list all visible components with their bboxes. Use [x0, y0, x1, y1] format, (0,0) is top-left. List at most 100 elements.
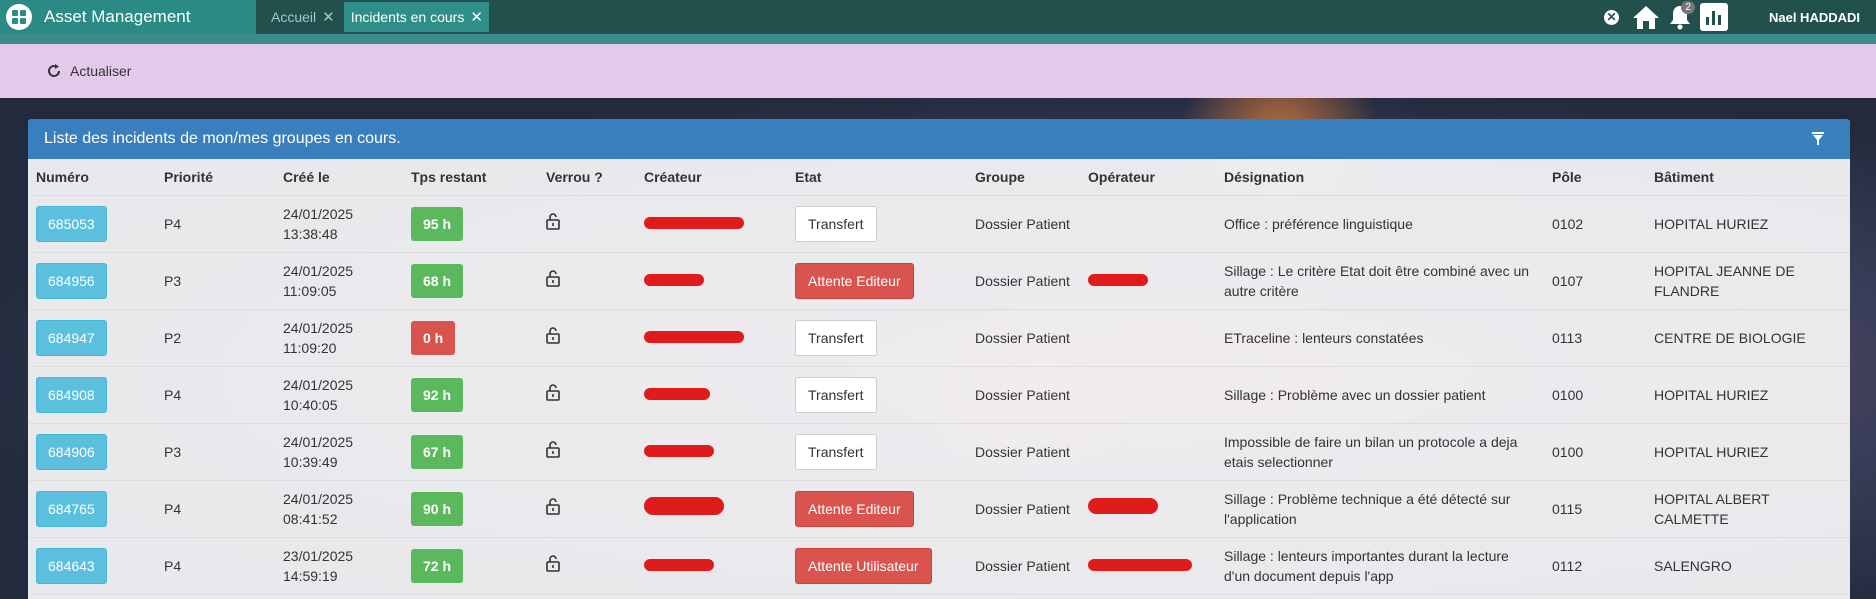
incident-number-button[interactable]: 684643	[36, 547, 107, 584]
building-cell: HOPITAL JEANNE DE FLANDRE	[1646, 252, 1850, 310]
refresh-icon	[48, 64, 61, 77]
column-header-tps-restant[interactable]: Tps restant	[403, 159, 538, 196]
redacted-creator	[644, 387, 710, 400]
created-cell: 24/01/2025 10:40:05	[275, 366, 403, 424]
notification-badge: 2	[1681, 1, 1695, 14]
incident-number-button[interactable]: 684906	[36, 433, 107, 470]
unlock-icon[interactable]	[546, 212, 560, 230]
bar-chart-icon	[1699, 3, 1728, 31]
column-header-cree-le[interactable]: Créé le	[275, 159, 403, 196]
column-header-verrou[interactable]: Verrou ?	[538, 159, 636, 196]
operator-cell	[1080, 252, 1216, 310]
column-header-groupe[interactable]: Groupe	[967, 159, 1080, 196]
table-header-row: Numéro Priorité Créé le Tps restant Verr…	[28, 159, 1850, 196]
grid-logo-icon	[6, 4, 32, 30]
notifications-button[interactable]: 2	[1663, 0, 1697, 34]
time-remaining-badge: 68 h	[411, 263, 464, 298]
incidents-table: Numéro Priorité Créé le Tps restant Verr…	[28, 159, 1850, 595]
status-button[interactable]: Transfert	[795, 319, 877, 356]
designation-cell: Impossible de faire un bilan un protocol…	[1216, 423, 1544, 481]
refresh-button[interactable]: Actualiser	[46, 63, 131, 79]
group-cell: Dossier Patient	[967, 480, 1080, 538]
home-button[interactable]	[1629, 0, 1663, 34]
incident-number-button[interactable]: 684765	[36, 490, 107, 527]
header-divider	[0, 34, 1876, 44]
unlock-icon[interactable]	[546, 497, 560, 515]
designation-cell: Office : préférence linguistique	[1216, 195, 1544, 253]
building-cell: SALENGRO	[1646, 537, 1850, 595]
status-button[interactable]: Transfert	[795, 433, 877, 470]
unlock-icon[interactable]	[546, 554, 560, 572]
pole-cell: 0100	[1544, 366, 1646, 424]
tab-incidents-en-cours[interactable]: Incidents en cours ✕	[343, 2, 489, 32]
operator-cell	[1080, 537, 1216, 595]
tab-accueil[interactable]: Accueil ✕	[264, 2, 341, 32]
created-cell: 23/01/2025 14:59:19	[275, 537, 403, 595]
column-header-numero[interactable]: Numéro	[28, 159, 156, 196]
panel-header: Liste des incidents de mon/mes groupes e…	[28, 119, 1850, 159]
redacted-operator	[1088, 273, 1148, 286]
column-header-priorite[interactable]: Priorité	[156, 159, 275, 196]
tab-bar: Accueil ✕ Incidents en cours ✕	[264, 0, 492, 34]
clear-icon[interactable]: ✕	[1603, 9, 1619, 25]
unlock-icon[interactable]	[546, 269, 560, 287]
time-remaining-badge: 95 h	[411, 206, 464, 241]
unlock-icon[interactable]	[546, 383, 560, 401]
redacted-creator	[644, 558, 714, 571]
close-icon[interactable]: ✕	[322, 8, 335, 26]
operator-cell	[1080, 366, 1216, 424]
building-cell: HOPITAL HURIEZ	[1646, 423, 1850, 481]
table-row[interactable]: 684947 P2 24/01/2025 11:09:20 0 h Transfe…	[28, 309, 1850, 367]
table-row[interactable]: 684643 P4 23/01/2025 14:59:19 72 h Attent…	[28, 537, 1850, 595]
column-header-createur[interactable]: Créateur	[636, 159, 787, 196]
group-cell: Dossier Patient	[967, 366, 1080, 424]
pole-cell: 0100	[1544, 423, 1646, 481]
status-button[interactable]: Attente Utilisateur	[795, 547, 932, 584]
table-row[interactable]: 685053 P4 24/01/2025 13:38:48 95 h Transf…	[28, 195, 1850, 253]
priority-cell: P3	[156, 423, 275, 481]
table-row[interactable]: 684906 P3 24/01/2025 10:39:49 67 h Transf…	[28, 423, 1850, 481]
filter-icon[interactable]	[1812, 132, 1824, 146]
redacted-creator	[644, 330, 744, 343]
panel-title: Liste des incidents de mon/mes groupes e…	[44, 130, 401, 147]
status-button[interactable]: Attente Editeur	[795, 490, 914, 527]
status-button[interactable]: Attente Editeur	[795, 262, 914, 299]
column-header-batiment[interactable]: Bâtiment	[1646, 159, 1850, 196]
designation-cell: Sillage : Problème avec un dossier patie…	[1216, 366, 1544, 424]
building-cell: HOPITAL ALBERT CALMETTE	[1646, 480, 1850, 538]
table-row[interactable]: 684765 P4 24/01/2025 08:41:52 90 h Attent…	[28, 480, 1850, 538]
priority-cell: P4	[156, 480, 275, 538]
time-remaining-badge: 67 h	[411, 434, 464, 469]
column-header-operateur[interactable]: Opérateur	[1080, 159, 1216, 196]
close-icon[interactable]: ✕	[470, 8, 483, 26]
header-actions: ✕ 2 Nael HADDADI	[1603, 0, 1876, 34]
pole-cell: 0112	[1544, 537, 1646, 595]
created-cell: 24/01/2025 13:38:48	[275, 195, 403, 253]
incident-number-button[interactable]: 684947	[36, 319, 107, 356]
column-header-designation[interactable]: Désignation	[1216, 159, 1544, 196]
priority-cell: P3	[156, 252, 275, 310]
column-header-etat[interactable]: Etat	[787, 159, 967, 196]
column-header-pole[interactable]: Pôle	[1544, 159, 1646, 196]
table-row[interactable]: 684908 P4 24/01/2025 10:40:05 92 h Transf…	[28, 366, 1850, 424]
redacted-creator	[644, 216, 744, 229]
unlock-icon[interactable]	[546, 440, 560, 458]
status-button[interactable]: Transfert	[795, 376, 877, 413]
status-button[interactable]: Transfert	[795, 205, 877, 242]
table-row[interactable]: 684956 P3 24/01/2025 11:09:05 68 h Attent…	[28, 252, 1850, 310]
home-icon	[1632, 6, 1659, 29]
created-cell: 24/01/2025 11:09:05	[275, 252, 403, 310]
priority-cell: P4	[156, 195, 275, 253]
created-cell: 24/01/2025 11:09:20	[275, 309, 403, 367]
time-remaining-badge: 90 h	[411, 491, 464, 526]
username[interactable]: Nael HADDADI	[1769, 10, 1860, 25]
brand[interactable]: Asset Management	[0, 0, 256, 34]
stats-button[interactable]	[1697, 0, 1731, 34]
incident-number-button[interactable]: 685053	[36, 205, 107, 242]
operator-cell	[1080, 423, 1216, 481]
incident-number-button[interactable]: 684956	[36, 262, 107, 299]
group-cell: Dossier Patient	[967, 309, 1080, 367]
incident-number-button[interactable]: 684908	[36, 376, 107, 413]
unlock-icon[interactable]	[546, 326, 560, 344]
refresh-label: Actualiser	[70, 63, 132, 79]
